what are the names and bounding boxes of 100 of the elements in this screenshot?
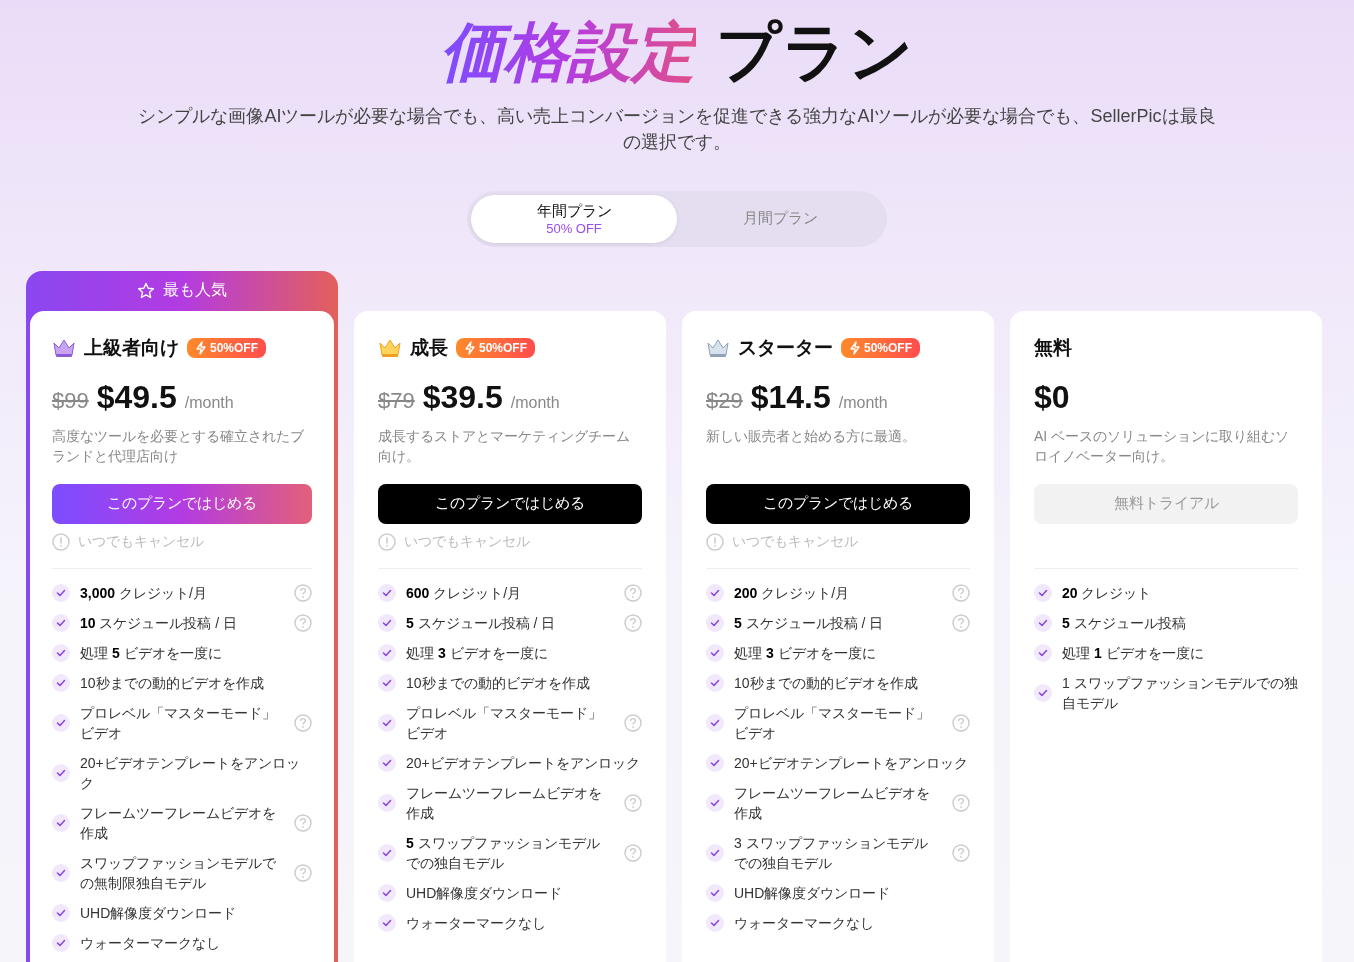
feature-text: 5 スケジュール投稿 — [1062, 613, 1187, 633]
check-icon — [52, 643, 70, 662]
info-icon — [52, 532, 70, 551]
check-icon — [706, 613, 724, 632]
start-button[interactable]: このプランではじめる — [52, 483, 312, 524]
check-icon — [52, 673, 70, 692]
help-icon[interactable] — [294, 863, 312, 882]
subtitle: シンプルな画像AIツールが必要な場合でも、高い売上コンバージョンを促進できる強力なAIツールが必要な場合でも、SellerPicは最良の選択です。 — [137, 104, 1217, 154]
feature-text: プロレベル「マスターモード」ビデオ — [80, 703, 277, 743]
info-icon — [706, 532, 724, 551]
help-icon[interactable] — [952, 583, 970, 602]
check-icon — [52, 933, 70, 952]
star-icon — [137, 281, 155, 300]
feature-text: 5 スケジュール投稿 / 日 — [406, 613, 557, 633]
check-icon — [706, 753, 724, 772]
start-button[interactable]: このプランではじめる — [706, 483, 970, 524]
price: $0 — [1034, 378, 1070, 416]
feature-text: ウォーターマークなし — [734, 913, 875, 933]
cancel-note: いつでもキャンセル — [732, 532, 858, 551]
check-icon — [52, 763, 70, 782]
help-icon[interactable] — [624, 613, 642, 632]
check-icon — [1034, 583, 1052, 602]
feature-text: 10秒までの動的ビデオを作成 — [80, 673, 265, 693]
check-icon — [378, 913, 396, 932]
feature-text: ウォーターマークなし — [80, 933, 221, 953]
feature-text: 20+ビデオテンプレートをアンロック — [406, 753, 641, 773]
plan-description: 高度なツールを必要とする確立されたブランドと代理店向け — [52, 426, 305, 466]
check-icon — [378, 753, 396, 772]
help-icon[interactable] — [624, 583, 642, 602]
price: $39.5 — [422, 378, 503, 416]
feature-text: フレームツーフレームビデオを作成 — [406, 783, 603, 823]
help-icon[interactable] — [294, 583, 312, 602]
plan-description: AI ベースのソリューションに取り組むソロイノベーター向け。 — [1034, 426, 1291, 466]
feature-text: 600 クレジット/月 — [406, 583, 523, 603]
price: $14.5 — [750, 378, 831, 416]
feature-text: 処理 1 ビデオを一度に — [1062, 643, 1205, 663]
feature-text: 20+ビデオテンプレートをアンロック — [734, 753, 969, 773]
check-icon — [52, 613, 70, 632]
plan-description: 成長するストアとマーケティングチーム向け。 — [378, 426, 631, 466]
check-icon — [378, 643, 396, 662]
feature-text: 5 スケジュール投稿 / 日 — [734, 613, 885, 633]
price-period: /month — [838, 393, 888, 412]
check-icon — [1034, 643, 1052, 662]
start-button[interactable]: このプランではじめる — [378, 483, 642, 524]
check-icon — [52, 813, 70, 832]
check-icon — [378, 613, 396, 632]
plan-name: 上級者向け — [84, 335, 179, 360]
discount-badge: 50%OFF — [456, 337, 535, 358]
check-icon — [52, 903, 70, 922]
feature-text: フレームツーフレームビデオを作成 — [80, 803, 277, 843]
feature-text: 200 クレジット/月 — [734, 583, 851, 603]
discount-badge: 50%OFF — [841, 337, 920, 358]
feature-text: スワップファッションモデルでの無制限独自モデル — [80, 853, 277, 893]
help-icon[interactable] — [952, 613, 970, 632]
feature-text: UHD解像度ダウンロード — [734, 883, 892, 903]
feature-text: 10秒までの動的ビデオを作成 — [406, 673, 591, 693]
plan-description: 新しい販売者と始める方に最適。 — [706, 426, 917, 446]
check-icon — [378, 713, 396, 732]
help-icon[interactable] — [294, 613, 312, 632]
help-icon[interactable] — [952, 843, 970, 862]
plan-name: 成長 — [410, 335, 448, 360]
price: $49.5 — [96, 378, 177, 416]
feature-text: 20 クレジット — [1062, 583, 1153, 603]
check-icon — [706, 583, 724, 602]
check-icon — [378, 583, 396, 602]
check-icon — [378, 793, 396, 812]
help-icon[interactable] — [952, 793, 970, 812]
cancel-note: いつでもキャンセル — [404, 532, 530, 551]
feature-text: UHD解像度ダウンロード — [80, 903, 238, 923]
feature-text: フレームツーフレームビデオを作成 — [734, 783, 931, 823]
help-icon[interactable] — [624, 843, 642, 862]
discount-badge: 50%OFF — [187, 337, 266, 358]
help-icon[interactable] — [624, 793, 642, 812]
feature-text: 3 スワップファッションモデルでの独自モデル — [734, 833, 929, 873]
check-icon — [706, 793, 724, 812]
check-icon — [706, 673, 724, 692]
old-price: $99 — [52, 387, 89, 414]
feature-text: 10秒までの動的ビデオを作成 — [734, 673, 919, 693]
check-icon — [52, 583, 70, 602]
help-icon[interactable] — [294, 813, 312, 832]
check-icon — [378, 883, 396, 902]
page-title: プラン — [716, 15, 914, 90]
help-icon[interactable] — [294, 713, 312, 732]
feature-text: 3,000 クレジット/月 — [80, 583, 208, 603]
feature-text: 処理 3 ビデオを一度に — [734, 643, 877, 663]
cancel-note: いつでもキャンセル — [78, 532, 204, 551]
plan-name: 無料 — [1034, 335, 1072, 360]
help-icon[interactable] — [952, 713, 970, 732]
popular-label: 最も人気 — [163, 280, 227, 301]
check-icon — [706, 713, 724, 732]
billing-tab[interactable]: 年間プラン 50% OFF — [471, 194, 677, 243]
help-icon[interactable] — [624, 713, 642, 732]
feature-text: 1 スワップファッションモデルでの独自モデル — [1062, 673, 1298, 713]
feature-text: プロレベル「マスターモード」ビデオ — [406, 703, 603, 743]
check-icon — [1034, 613, 1052, 632]
check-icon — [378, 673, 396, 692]
old-price: $79 — [378, 387, 415, 414]
price-period: /month — [510, 393, 560, 412]
feature-text: 20+ビデオテンプレートをアンロック — [80, 753, 301, 793]
old-price: $29 — [706, 387, 743, 414]
